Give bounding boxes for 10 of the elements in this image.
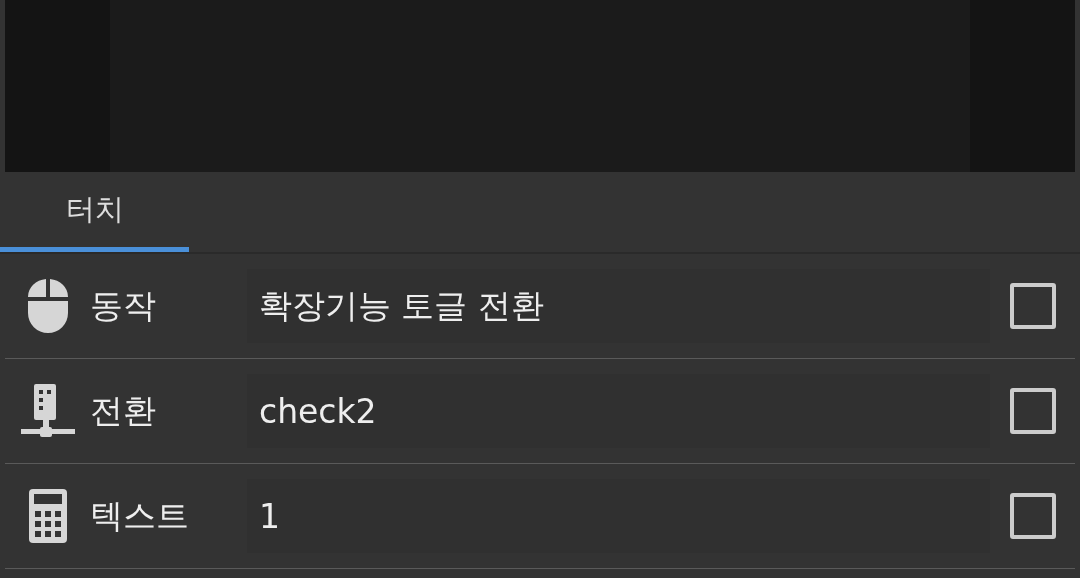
server-network-icon bbox=[20, 384, 75, 438]
checkbox[interactable] bbox=[1010, 283, 1056, 329]
checkbox[interactable] bbox=[1010, 388, 1056, 434]
mouse-icon bbox=[27, 279, 68, 333]
row-label: 동작 bbox=[90, 284, 157, 327]
calculator-icon bbox=[28, 489, 67, 543]
checkbox[interactable] bbox=[1010, 493, 1056, 539]
tab[interactable]: 터치 bbox=[0, 172, 189, 252]
row-label: 텍스트 bbox=[90, 494, 190, 537]
row-label: 전환 bbox=[90, 389, 157, 432]
